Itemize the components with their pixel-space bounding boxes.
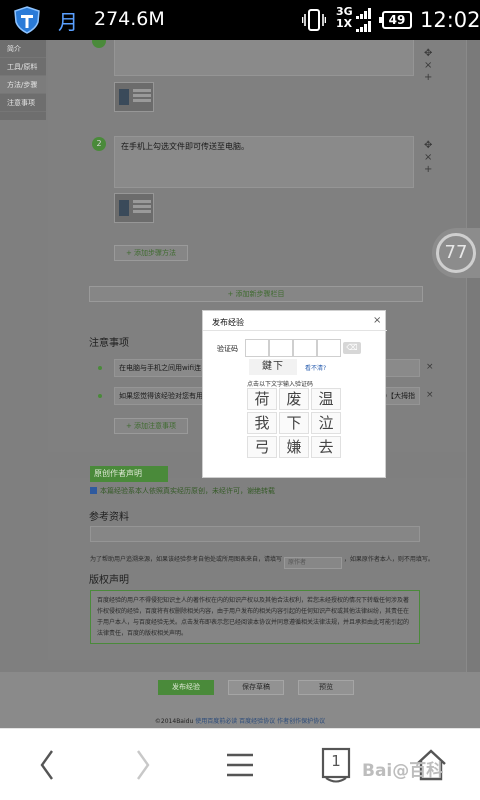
captcha-slot[interactable] (293, 339, 317, 357)
step-text-box[interactable]: 在手机上勾选文件即可传送至电脑。 (114, 136, 414, 188)
step-text: 在手机上勾选文件即可传送至电脑。 (121, 142, 249, 151)
add-step-method-button[interactable]: + 添加步骤方法 (114, 245, 188, 261)
delete-icon[interactable]: × (426, 362, 434, 372)
add-icon[interactable]: + (424, 164, 432, 176)
save-draft-button[interactable]: 保存草稿 (228, 680, 284, 695)
publish-button[interactable]: 发布经验 (158, 680, 214, 695)
captcha-char[interactable]: 去 (311, 436, 341, 458)
tabs-icon[interactable]: 1 (320, 747, 352, 783)
footer-link[interactable]: 百度经验协议 (239, 718, 275, 725)
bullet (98, 366, 102, 370)
battery-icon: 49 (379, 11, 412, 29)
network-type: 3G 1X (336, 6, 353, 30)
captcha-char[interactable]: 废 (279, 388, 309, 410)
reading-timer[interactable]: 77 (432, 228, 480, 278)
copyright-text: 百度经验的用户不得侵犯知识主人的著作权在内的知识产权以及其他合法权利，若您未经授… (90, 590, 420, 644)
left-nav-item-tools[interactable]: 工具/原料 (0, 58, 46, 76)
footer-copyright: ©2014Baidu (154, 718, 194, 725)
captcha-character-grid: 荷 废 温 我 下 泣 弓 嫌 去 (247, 388, 341, 460)
status-bar: 月 274.6M 3G 1X 49 12:02 (0, 0, 480, 40)
captcha-char[interactable]: 下 (279, 412, 309, 434)
footer: ©2014Baidu 使用百度前必读 百度经验协议 作者创作保护协议 (0, 716, 480, 725)
screen: 月 274.6M 3G 1X 49 12:02 简介 工具/原料 方法/步骤 注… (0, 0, 480, 800)
move-icon[interactable]: ✥ (424, 140, 432, 152)
footer-link[interactable]: 作者创作保护协议 (277, 718, 325, 725)
captcha-char[interactable]: 弓 (247, 436, 277, 458)
delete-icon[interactable]: × (426, 390, 434, 400)
step-number (92, 40, 106, 48)
preview-button[interactable]: 预览 (298, 680, 354, 695)
memory-usage: 274.6M (94, 8, 165, 30)
captcha-label: 验证码 (217, 345, 238, 353)
captcha-char[interactable]: 我 (247, 412, 277, 434)
reference-input[interactable] (90, 526, 420, 542)
back-icon[interactable] (36, 747, 58, 783)
left-nav-item-steps[interactable]: 方法/步骤 (0, 76, 46, 94)
footer-link[interactable]: 使用百度前必读 (195, 718, 237, 725)
copyright-title: 版权声明 (89, 575, 129, 586)
captcha-char[interactable]: 嫌 (279, 436, 309, 458)
network-bottom: 1X (336, 17, 353, 30)
bullet (98, 394, 102, 398)
reference-note-text: ，如果原作者本人，则不用填写。 (343, 556, 434, 563)
right-edge (466, 40, 480, 728)
divider (203, 330, 387, 331)
step-controls: ✥ × + (424, 48, 432, 84)
vibrate-icon (302, 9, 326, 31)
signal-icon (356, 8, 371, 32)
reference-note-text: 为了帮助用户追溯来源，如果该经验参考自他处或所用图表来自，请填写 (90, 556, 283, 563)
close-icon[interactable]: × (373, 315, 381, 326)
step-number: 2 (92, 137, 106, 151)
captcha-image: 鍵下 (249, 359, 297, 375)
captcha-slot[interactable] (245, 339, 269, 357)
add-note-button[interactable]: + 添加注意事项 (114, 418, 188, 434)
original-declaration-tag: 原创作者声明 (90, 466, 168, 482)
left-nav: 简介 工具/原料 方法/步骤 注意事项 (0, 40, 46, 120)
captcha-char[interactable]: 荷 (247, 388, 277, 410)
add-icon[interactable]: + (424, 72, 432, 84)
captcha-slot[interactable] (317, 339, 341, 357)
dialog-title: 发布经验 (212, 318, 244, 327)
checkbox-icon[interactable] (90, 487, 97, 494)
watermark: Bai@百科 (362, 761, 444, 781)
refresh-captcha-link[interactable]: 看不清? (305, 363, 326, 372)
left-nav-item-notes[interactable]: 注意事项 (0, 94, 46, 112)
original-checkbox[interactable]: 本篇经验系本人依照真实经历原创，未经许可，谢绝转载 (90, 486, 275, 496)
captcha-char[interactable]: 泣 (311, 412, 341, 434)
move-icon[interactable]: ✥ (424, 48, 432, 60)
references-title: 参考资料 (89, 512, 129, 523)
tabs-count: 1 (331, 752, 341, 770)
step-text-box[interactable] (114, 40, 414, 76)
captcha-slot[interactable] (269, 339, 293, 357)
step-controls: ✥ × + (424, 140, 432, 176)
browser-nav-bar: 1 Bai@百科 (0, 728, 480, 800)
note-text: 在电脑与手机之间用wifi连 (119, 364, 202, 372)
timer-value: 77 (436, 233, 476, 273)
shield-icon (14, 6, 40, 34)
moon-icon: 月 (58, 10, 78, 34)
captcha-char[interactable]: 温 (311, 388, 341, 410)
original-author-input[interactable]: 原作者 (283, 557, 342, 569)
captcha-hint: 点击以下文字输入验证码 (247, 381, 314, 388)
note-text-tail: )【大拇指 (384, 392, 415, 400)
menu-icon[interactable] (224, 747, 256, 783)
add-new-step-section-button[interactable]: + 添加新步骤栏目 (89, 286, 423, 302)
notes-title: 注意事项 (89, 338, 129, 349)
step-image-thumbnail[interactable] (114, 193, 154, 223)
note-text: 如果您觉得该经验对您有用 (119, 392, 203, 400)
reference-note: 为了帮助用户追溯来源，如果该经验参考自他处或所用图表来自，请填写 原作者 ，如果… (90, 554, 434, 569)
left-nav-item-intro[interactable]: 简介 (0, 40, 46, 58)
publish-dialog: 发布经验 × 验证码 ⌫ 鍵下 看不清? 点击以下文字输入验证码 荷 废 温 我… (202, 310, 387, 478)
forward-icon[interactable] (132, 747, 154, 783)
step-image-thumbnail[interactable] (114, 82, 154, 112)
delete-icon[interactable]: × (424, 152, 432, 164)
delete-icon[interactable]: × (424, 60, 432, 72)
backspace-icon[interactable]: ⌫ (343, 342, 361, 354)
clock: 12:02 (420, 8, 480, 32)
checkbox-label: 本篇经验系本人依照真实经历原创，未经许可，谢绝转载 (100, 487, 275, 495)
